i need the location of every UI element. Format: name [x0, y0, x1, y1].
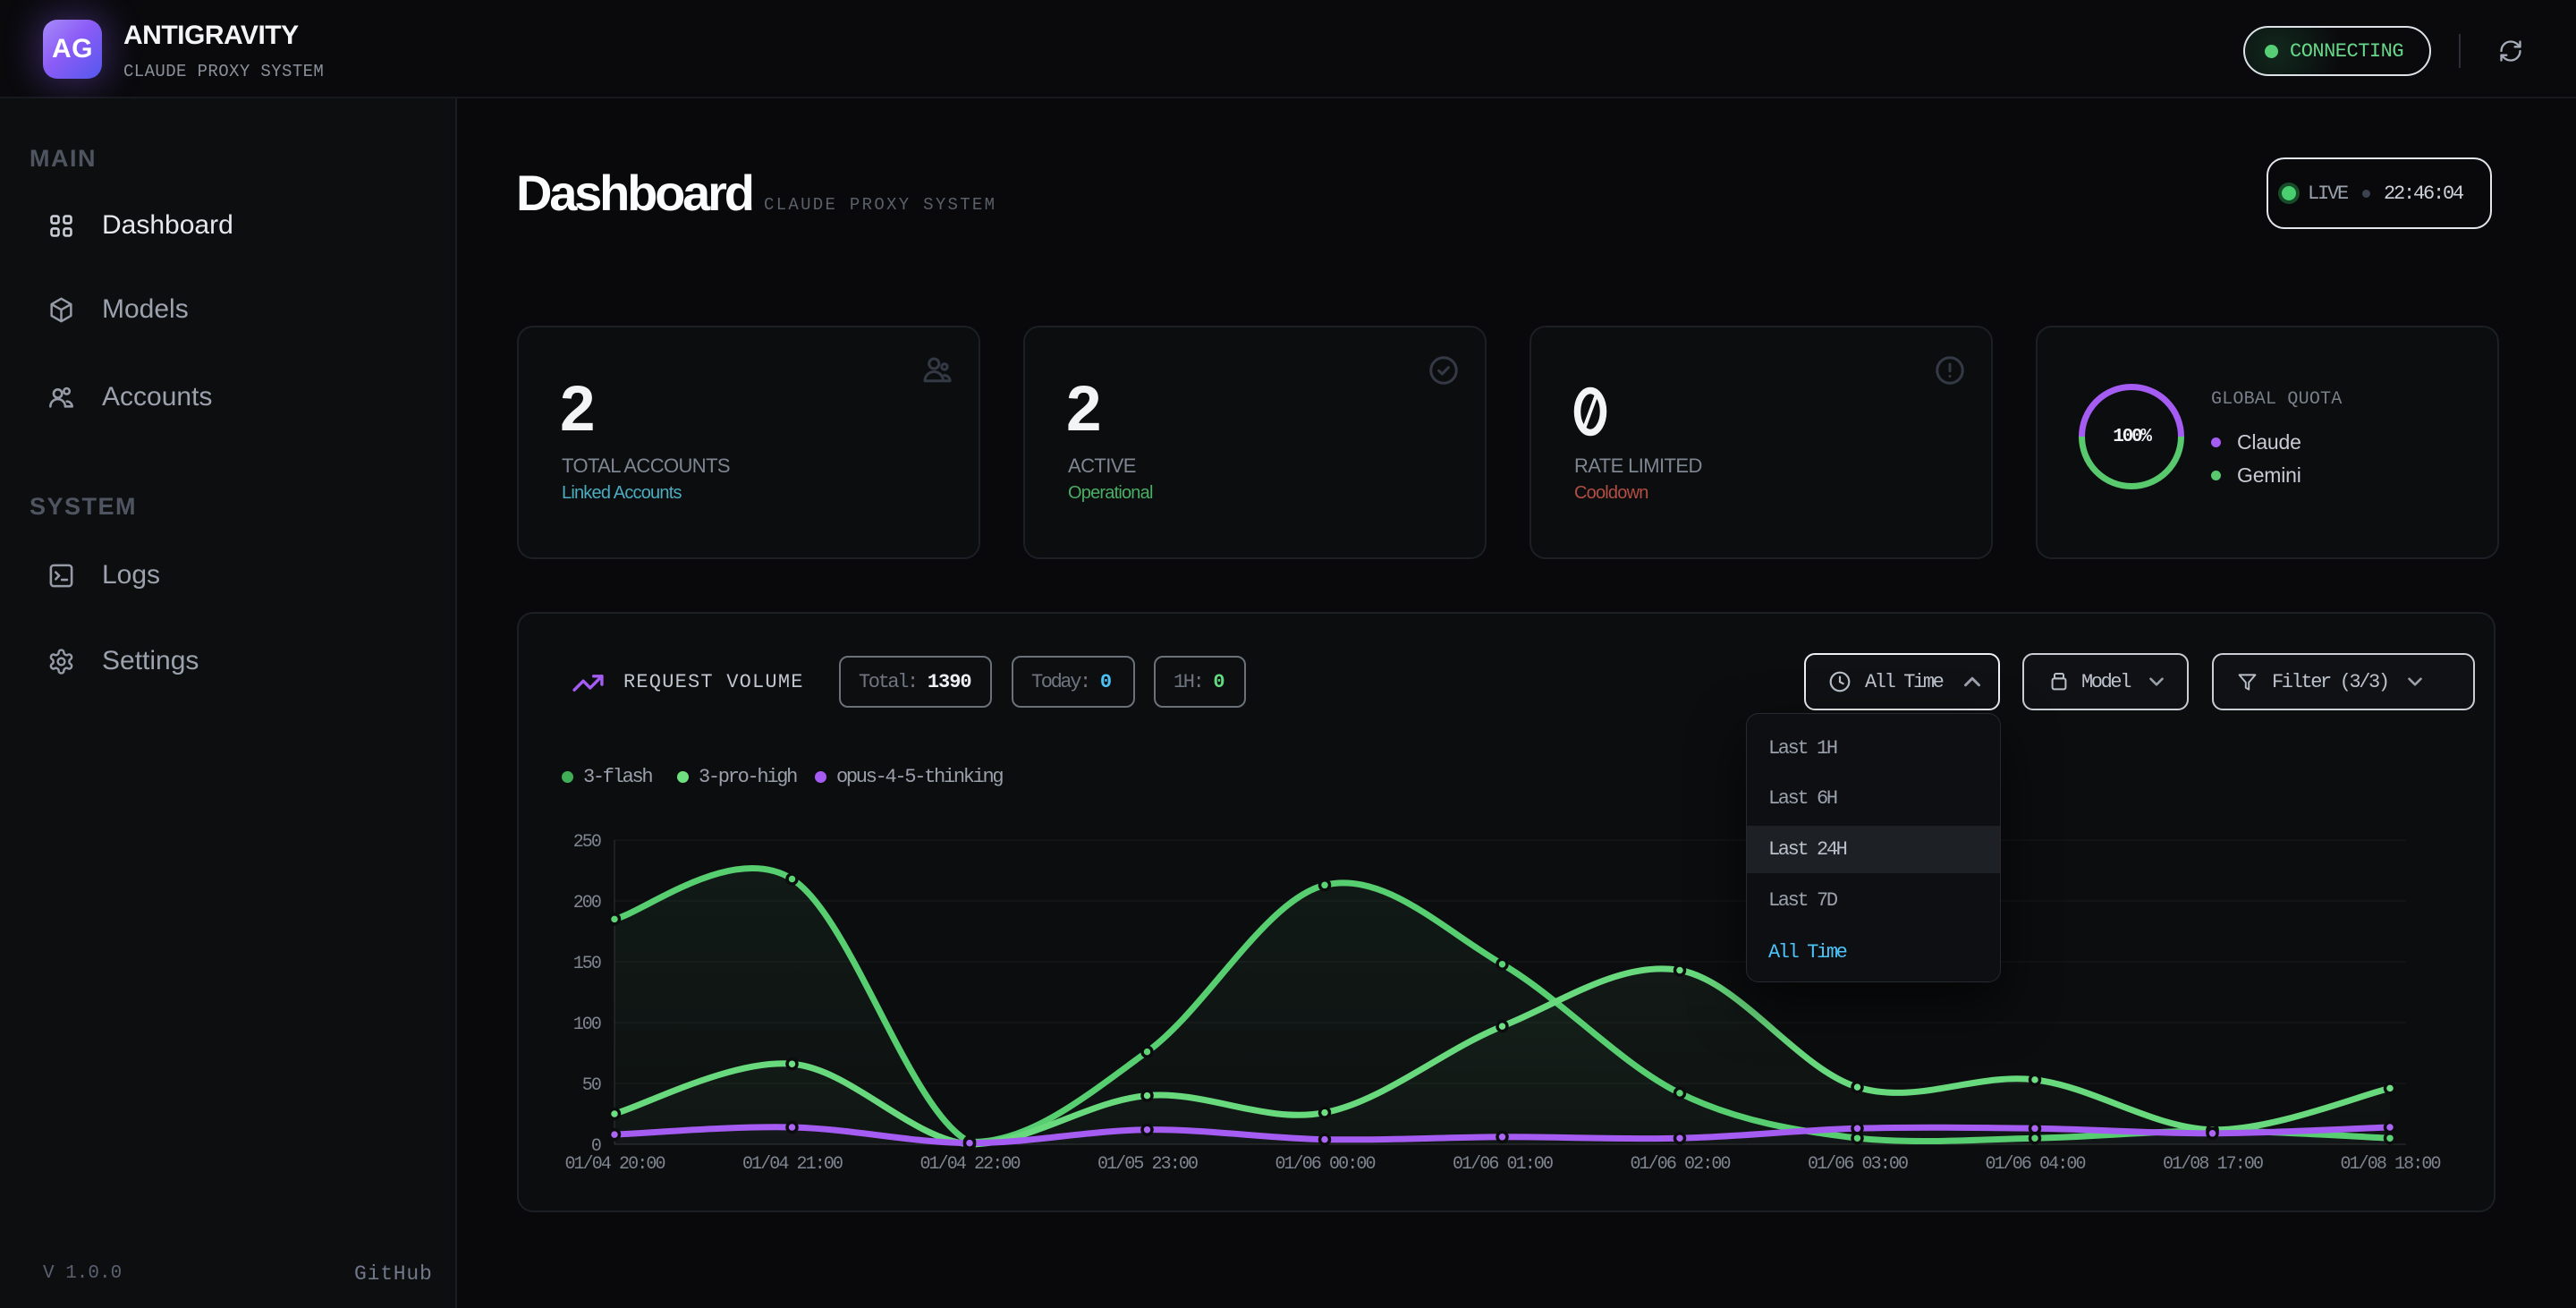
svg-text:150: 150	[573, 954, 601, 974]
svg-text:01/06 04:00: 01/06 04:00	[1985, 1154, 2085, 1175]
svg-text:01/06 00:00: 01/06 00:00	[1275, 1154, 1375, 1175]
svg-text:01/04 20:00: 01/04 20:00	[564, 1154, 665, 1175]
svg-text:01/06 01:00: 01/06 01:00	[1453, 1154, 1553, 1175]
svg-text:01/06 02:00: 01/06 02:00	[1630, 1154, 1730, 1175]
svg-text:250: 250	[573, 832, 601, 853]
svg-text:200: 200	[573, 893, 601, 913]
svg-text:100: 100	[573, 1015, 601, 1035]
svg-text:01/06 03:00: 01/06 03:00	[1808, 1154, 1908, 1175]
svg-text:01/08 17:00: 01/08 17:00	[2163, 1154, 2263, 1175]
svg-text:01/08 18:00: 01/08 18:00	[2340, 1154, 2440, 1175]
svg-text:01/05 23:00: 01/05 23:00	[1097, 1154, 1198, 1175]
svg-text:0: 0	[591, 1136, 601, 1157]
svg-text:01/04 21:00: 01/04 21:00	[742, 1154, 843, 1175]
svg-text:50: 50	[582, 1075, 601, 1096]
svg-text:01/04 22:00: 01/04 22:00	[919, 1154, 1020, 1175]
